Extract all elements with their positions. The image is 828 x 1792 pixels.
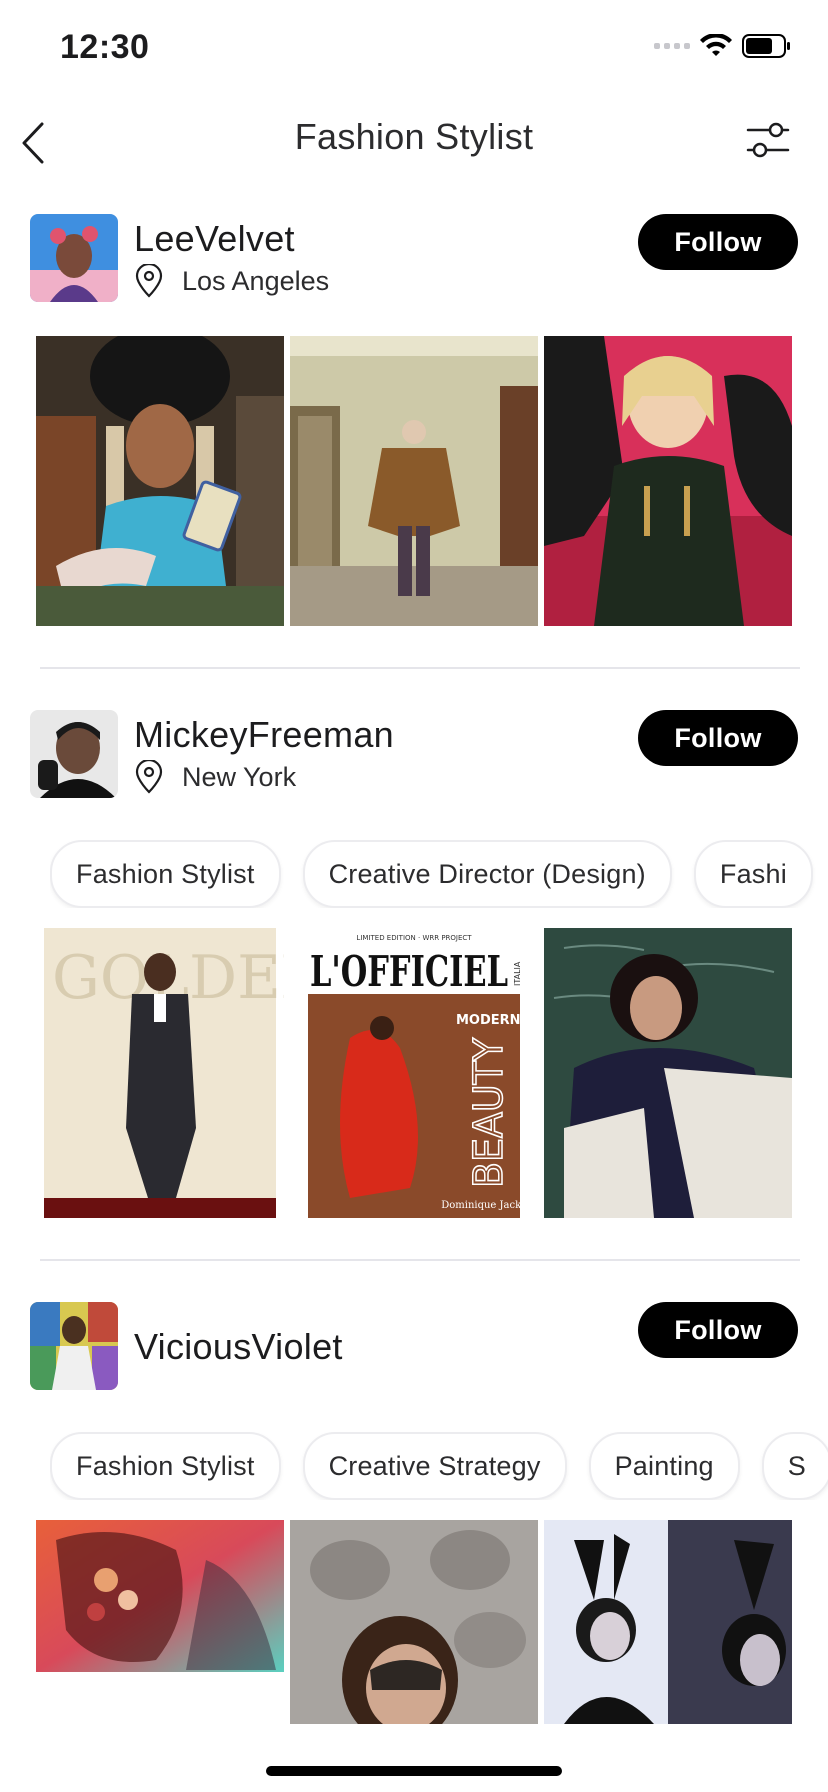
follow-button[interactable]: Follow <box>638 214 798 270</box>
status-time: 12:30 <box>60 28 150 66</box>
location-pin-icon <box>135 264 163 298</box>
tag-chip[interactable]: Creative Strategy <box>302 1432 567 1500</box>
avatar[interactable] <box>30 214 118 302</box>
location-pin-icon <box>135 760 163 794</box>
follow-button[interactable]: Follow <box>638 1302 798 1358</box>
home-indicator <box>266 1766 562 1776</box>
profile-username[interactable]: ViciousViolet <box>134 1326 343 1368</box>
wifi-icon <box>700 34 732 56</box>
filter-sliders-icon <box>746 122 790 158</box>
portfolio-photo[interactable] <box>544 1520 792 1724</box>
tag-row: Fashion Stylist Creative Director (Desig… <box>50 840 828 908</box>
tag-chip[interactable]: Fashion Stylist <box>50 1432 281 1500</box>
tag-chip[interactable]: Fashion Stylist <box>50 840 281 908</box>
tag-chip[interactable]: Creative Director (Design) <box>302 840 672 908</box>
location-text: New York <box>182 761 297 792</box>
cover-side: ITALIA <box>513 961 522 986</box>
cover-beauty: BEAUTY <box>466 1037 512 1188</box>
portfolio-photo[interactable] <box>290 1520 538 1724</box>
tag-chip[interactable]: Fashi <box>693 840 813 908</box>
portfolio-photo[interactable] <box>36 336 284 626</box>
portfolio-photo[interactable] <box>290 336 538 626</box>
avatar[interactable] <box>30 1302 118 1390</box>
profile-location: Los Angeles <box>134 264 329 298</box>
cellular-signal-icon <box>654 43 690 49</box>
section-divider <box>40 1259 800 1261</box>
profile-username[interactable]: LeeVelvet <box>134 218 295 260</box>
tag-row: Fashion Stylist Creative Strategy Painti… <box>50 1432 828 1500</box>
profile-username[interactable]: MickeyFreeman <box>134 714 394 756</box>
cover-masthead: L'OFFICIEL <box>310 947 508 996</box>
cover-name: Dominique Jackson <box>441 1200 538 1211</box>
tag-chip[interactable]: S <box>761 1432 828 1500</box>
cover-modern: MODERN <box>456 1013 521 1028</box>
portfolio-photo[interactable]: LIMITED EDITION · WRR PROJECT L'OFFICIEL… <box>290 928 538 1218</box>
portfolio-photo[interactable] <box>544 928 792 1218</box>
filter-button[interactable] <box>746 118 792 162</box>
profile-location: New York <box>134 760 296 794</box>
follow-button[interactable]: Follow <box>638 710 798 766</box>
location-text: Los Angeles <box>182 265 330 296</box>
portfolio-photo[interactable] <box>544 336 792 626</box>
tag-chip[interactable]: Painting <box>588 1432 740 1500</box>
portfolio-photo[interactable]: GOLDEN GLOBES <box>36 928 284 1218</box>
page-title: Fashion Stylist <box>294 116 534 157</box>
status-icons <box>654 34 792 58</box>
portfolio-photo[interactable] <box>36 1520 284 1672</box>
battery-icon <box>742 34 790 58</box>
avatar[interactable] <box>30 710 118 798</box>
cover-header: LIMITED EDITION · WRR PROJECT <box>356 934 472 942</box>
section-divider <box>40 667 800 669</box>
